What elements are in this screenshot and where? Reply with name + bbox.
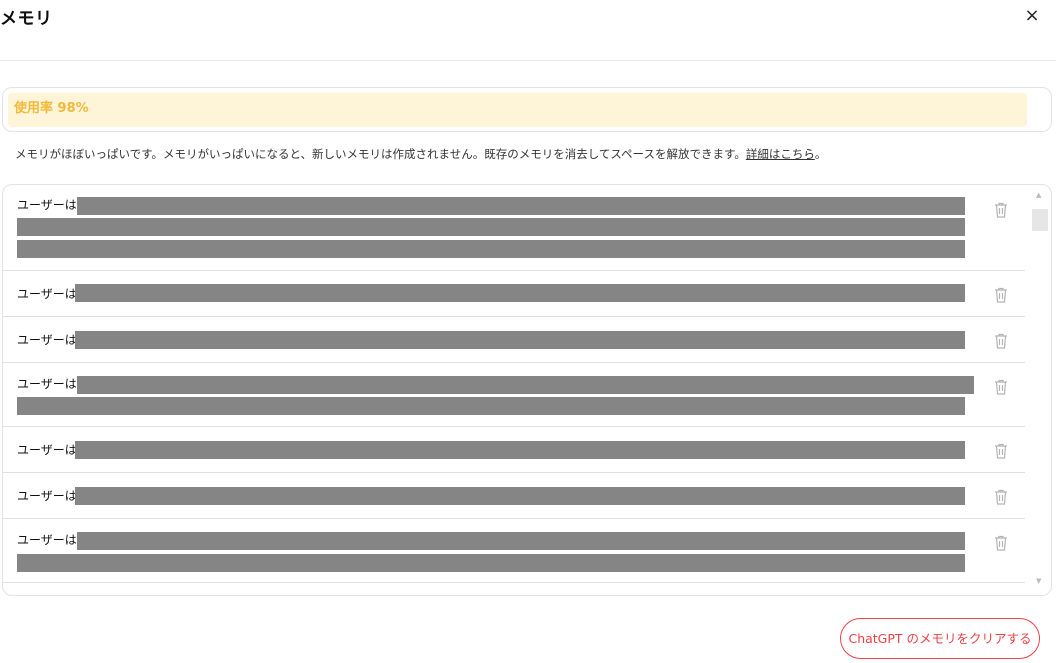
memory-item: ユーザーは [3,271,1025,317]
clear-memory-button[interactable]: ChatGPT のメモリをクリアする [840,618,1040,659]
memory-full-notice: メモリがほぼいっぱいです。メモリがいっぱいになると、新しいメモリは作成されません… [15,146,826,162]
memory-prefix: ユーザーは [17,377,77,391]
redacted-text [75,441,965,459]
memory-prefix: ユーザーは [17,198,77,212]
trash-icon[interactable] [993,332,1009,350]
memory-item: ユーザーは [3,473,1025,519]
redacted-text [17,240,965,258]
memory-item: ユーザーは [3,519,1025,583]
memory-list[interactable]: ユーザーは ユーザーは ユーザーは ユーザーは ユーザーは ユーザーは ユーザー… [2,184,1052,596]
usage-bar [8,93,1027,127]
trash-icon[interactable] [993,378,1009,396]
redacted-text [17,554,965,572]
notice-text: メモリがほぼいっぱいです。メモリがいっぱいになると、新しいメモリは作成されません… [15,147,746,161]
memory-item: ユーザーは [3,185,1025,271]
notice-suffix: 。 [814,147,827,161]
scroll-up-arrow-icon[interactable]: ▲ [1036,191,1041,199]
redacted-text [77,376,974,394]
redacted-text [77,197,965,215]
redacted-text [77,532,965,550]
dialog-header: メモリ × [0,0,1056,61]
trash-icon[interactable] [993,286,1009,304]
memory-prefix: ユーザーは [17,489,77,503]
usage-card: 使用率 98% [2,87,1052,132]
scroll-thumb[interactable] [1032,209,1048,231]
redacted-text [75,284,965,302]
dialog-title: メモリ [0,9,53,29]
memory-prefix: ユーザーは [17,287,77,301]
memory-item: ユーザーは [3,363,1025,427]
redacted-text [17,218,965,236]
learn-more-link[interactable]: 詳細はこちら [746,147,815,161]
trash-icon[interactable] [993,488,1009,506]
memory-item: ユーザーは [3,427,1025,473]
memory-item: ユーザーは [3,317,1025,363]
redacted-text [17,397,965,415]
redacted-text [75,331,965,349]
close-icon[interactable]: × [1020,4,1044,28]
scroll-down-arrow-icon[interactable]: ▼ [1036,577,1041,585]
trash-icon[interactable] [993,534,1009,552]
trash-icon[interactable] [993,201,1009,219]
memory-list-scrollbar[interactable]: ▲ ▼ [1031,185,1049,595]
redacted-text [75,487,965,505]
memory-prefix: ユーザーは [17,333,77,347]
trash-icon[interactable] [993,442,1009,460]
memory-prefix: ユーザーは [17,443,77,457]
usage-label: 使用率 98% [14,101,89,116]
memory-prefix: ユーザーは [17,533,77,547]
